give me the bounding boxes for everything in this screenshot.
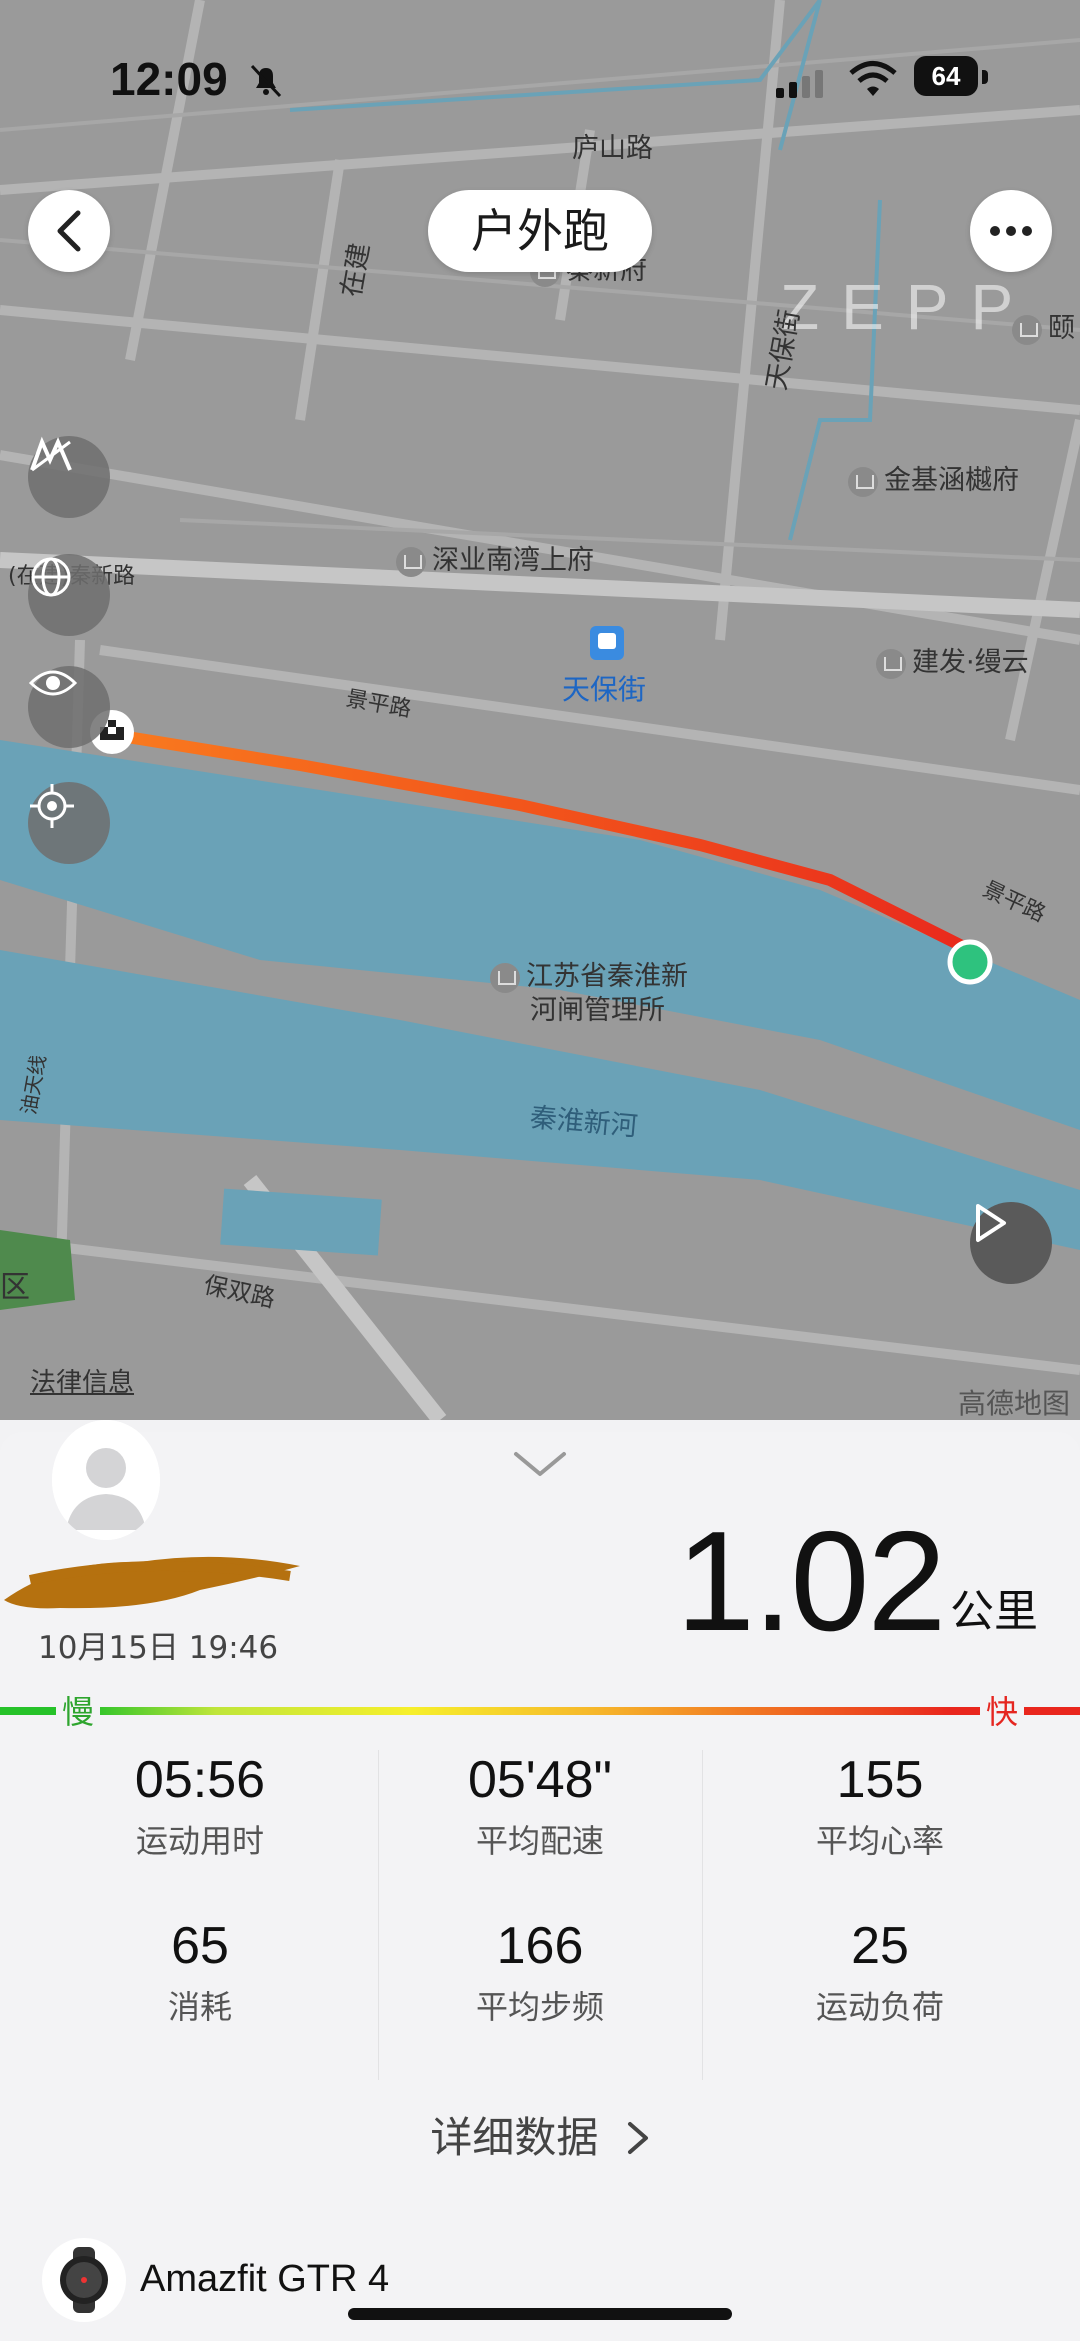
device-name[interactable]: Amazfit GTR 4: [140, 2258, 389, 2301]
pace-slow-label: 慢: [56, 1692, 100, 1732]
stats-divider: [702, 1750, 703, 2080]
stat-value: 25: [851, 1917, 909, 1975]
stat-value: 166: [496, 1917, 584, 1975]
stat-value: 05'48": [467, 1751, 613, 1809]
page-title: 户外跑: [428, 190, 652, 272]
detail-data-link[interactable]: 详细数据: [0, 2104, 1080, 2165]
eye-icon: [28, 670, 78, 696]
back-button[interactable]: [28, 190, 110, 272]
map-provider-logo: 高德地图: [957, 1387, 1070, 1420]
map-layers-icon: [30, 436, 72, 472]
home-indicator[interactable]: [348, 2308, 732, 2320]
stats-divider: [378, 1750, 379, 2080]
stat-avg-pace: 05'48" 平均配速: [370, 1750, 710, 1862]
map-style-toggle-button[interactable]: [28, 436, 110, 518]
globe-icon: [31, 557, 71, 597]
map-label-district: 区: [0, 1270, 30, 1305]
map-globe-button[interactable]: [28, 554, 110, 636]
stat-label: 平均步频: [475, 1988, 604, 2026]
stat-training-load: 25 运动负荷: [710, 1916, 1050, 2028]
map-label-lushan-road: 庐山路: [572, 133, 653, 164]
locate-button[interactable]: [28, 782, 110, 864]
poi-icon: [1012, 314, 1042, 345]
pace-gradient-bar: [0, 1707, 1080, 1715]
stat-label: 平均配速: [475, 1822, 604, 1860]
distance-unit: 公里: [950, 1586, 1038, 1637]
avatar[interactable]: [52, 1420, 160, 1540]
poi-icon: [848, 466, 878, 497]
stat-label: 平均心率: [815, 1822, 944, 1860]
locate-icon: [30, 784, 74, 828]
map-label-jinji-hanyufu: 金基涵樾府: [848, 458, 1019, 497]
stat-calories: 65 消耗: [30, 1916, 370, 2028]
replay-button[interactable]: [970, 1202, 1052, 1284]
distance-value: 1.02: [676, 1502, 946, 1661]
user-avatar-icon: [52, 1420, 160, 1540]
redacted-username: [4, 1556, 300, 1609]
silent-bell-icon: [250, 64, 282, 98]
collapse-chevron-icon[interactable]: [512, 1450, 568, 1478]
detail-data-label: 详细数据: [430, 2113, 599, 2162]
stat-duration: 05:56 运动用时: [30, 1750, 370, 1862]
poi-icon: [396, 546, 426, 577]
stat-avg-heart-rate: 155 平均心率: [710, 1750, 1050, 1862]
device-thumbnail[interactable]: [42, 2238, 126, 2322]
chevron-left-icon: [57, 210, 81, 252]
visibility-toggle-button[interactable]: [28, 666, 110, 748]
map-label-tianbaojie-station: 天保街: [562, 673, 647, 706]
status-bar: 12:09 64: [0, 48, 1080, 118]
end-marker: [947, 939, 993, 985]
battery-indicator: 64: [914, 56, 978, 96]
poi-icon: [876, 648, 906, 679]
stat-label: 运动用时: [135, 1822, 264, 1860]
battery-tip: [982, 70, 988, 84]
stat-value: 155: [836, 1751, 924, 1809]
stat-value: 65: [171, 1917, 229, 1975]
stat-value: 05:56: [134, 1751, 266, 1809]
stat-label: 消耗: [167, 1988, 232, 2026]
status-time: 12:09: [110, 53, 228, 105]
cellular-signal-icon: [776, 70, 823, 98]
more-button[interactable]: [970, 190, 1052, 272]
play-icon: [976, 1204, 1006, 1242]
smartwatch-icon: [60, 2247, 108, 2313]
stat-avg-cadence: 166 平均步频: [370, 1916, 710, 2028]
map-label-hezha-suo: 河闸管理所: [530, 995, 665, 1026]
wifi-icon: [849, 61, 897, 96]
poi-icon: [490, 962, 520, 993]
workout-date: 10月15日 19:46: [38, 1630, 279, 1666]
pace-color-scale: [0, 1703, 1080, 1717]
chevron-right-icon: [627, 2122, 648, 2154]
pace-fast-label: 快: [980, 1692, 1024, 1732]
legal-info-link[interactable]: 法律信息: [30, 1362, 134, 1399]
stats-grid: 05:56 运动用时 05'48" 平均配速 155 平均心率 65 消耗 16…: [0, 1740, 1080, 2080]
map-label-shenye-nanwan: 深业南湾上府: [396, 538, 594, 577]
zepp-watermark: ZEPP: [780, 271, 1036, 343]
map-label-jianfa-yunyun: 建发·缦云: [876, 640, 1029, 679]
map-label-xi: 颐: [1012, 306, 1075, 345]
stat-label: 运动负荷: [815, 1988, 944, 2026]
ellipsis-icon: [990, 226, 1032, 236]
